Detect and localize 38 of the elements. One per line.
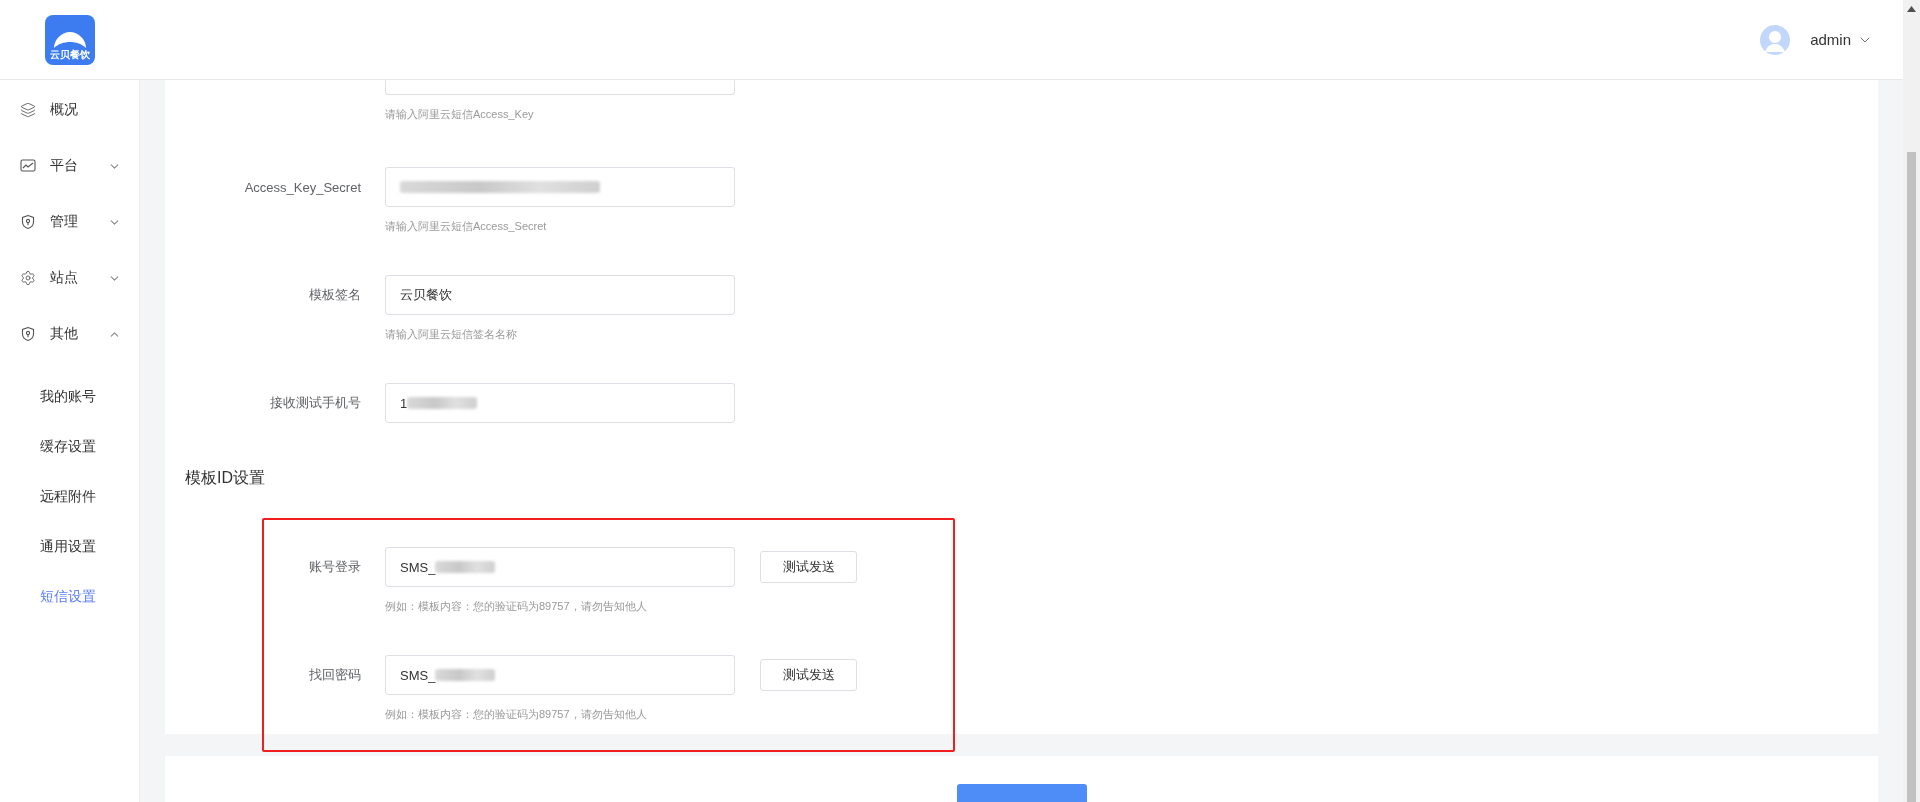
sidebar-item[interactable]: 管理: [0, 194, 139, 250]
input-value: SMS_: [400, 667, 436, 683]
field-hint: 请输入阿里云短信Access_Secret: [385, 219, 548, 234]
sidebar-label: 概况: [50, 101, 79, 119]
sidebar-subitem[interactable]: 我的账号: [0, 372, 139, 422]
logo-text: 云贝餐饮: [50, 48, 90, 61]
test-send-button[interactable]: 测试发送: [760, 551, 857, 583]
input-value: 云贝餐饮: [400, 286, 452, 304]
text-input[interactable]: 云贝餐饮: [385, 275, 735, 315]
sidebar-subitem[interactable]: 通用设置: [0, 522, 139, 572]
field-label: Access_Key_Secret: [243, 179, 361, 195]
user-name[interactable]: admin: [1810, 31, 1851, 48]
field-label: 找回密码: [308, 666, 361, 684]
test-send-button[interactable]: 测试发送: [760, 659, 857, 691]
sidebar-label: 其他: [50, 325, 79, 343]
field-hint: 请输入阿里云短信Access_Key: [385, 107, 535, 122]
sidebar-label: 管理: [50, 213, 79, 231]
field-hint: 例如：模板内容：您的验证码为89757，请勿告知他人: [385, 707, 648, 722]
field-hint: 例如：模板内容：您的验证码为89757，请勿告知他人: [385, 599, 648, 614]
section-title: 模板ID设置: [185, 469, 266, 487]
sidebar-item[interactable]: 站点: [0, 250, 139, 306]
input-value: 1: [400, 395, 408, 411]
field-label: 模板签名: [308, 286, 361, 304]
text-input[interactable]: 1: [385, 383, 735, 423]
input-value: SMS_: [400, 559, 436, 575]
sidebar-item[interactable]: 平台: [0, 138, 139, 194]
field-label: 接收测试手机号: [269, 394, 361, 412]
sidebar-label: 平台: [50, 157, 79, 175]
field-hint: 请输入阿里云短信签名名称: [385, 327, 518, 342]
sidebar-item[interactable]: 概况: [0, 82, 139, 138]
sidebar-subitem[interactable]: 远程附件: [0, 472, 139, 522]
sidebar-subitem[interactable]: 缓存设置: [0, 422, 139, 472]
sidebar-item[interactable]: 其他: [0, 306, 139, 362]
text-input[interactable]: SMS_: [385, 655, 735, 695]
sidebar-label: 站点: [50, 269, 79, 287]
text-input[interactable]: SMS_: [385, 547, 735, 587]
field-label: 账号登录: [308, 558, 361, 576]
sidebar-subitem[interactable]: 短信设置: [0, 572, 139, 622]
